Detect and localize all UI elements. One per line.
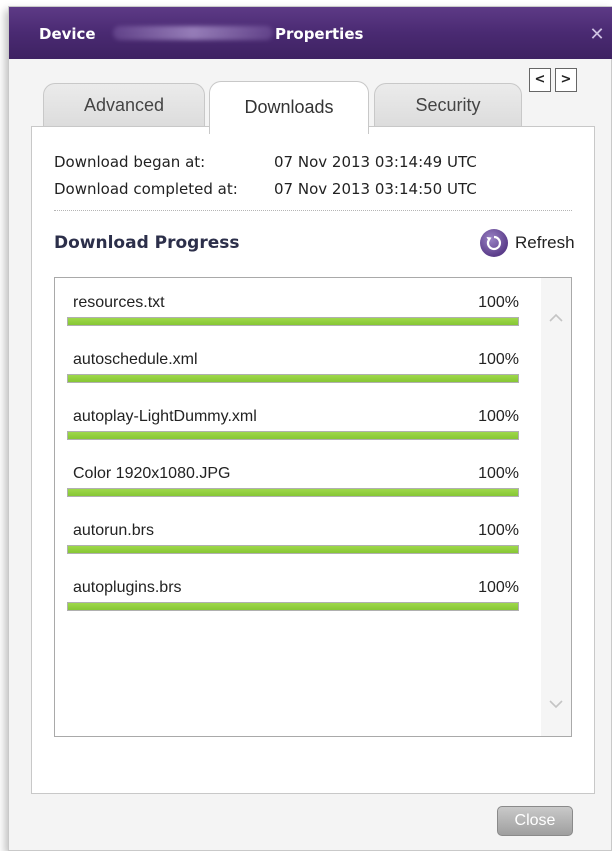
tab-security[interactable]: Security xyxy=(374,83,522,127)
list-item: Color 1920x1080.JPG 100% xyxy=(67,459,519,509)
progress-fill xyxy=(68,489,518,496)
progress-fill xyxy=(68,603,518,610)
progress-fill xyxy=(68,375,518,382)
section-divider xyxy=(54,210,572,211)
tab-downloads[interactable]: Downloads xyxy=(209,81,369,134)
progress-fill xyxy=(68,318,518,325)
refresh-icon xyxy=(480,229,508,257)
refresh-label: Refresh xyxy=(515,233,575,252)
tab-scroll-next-button[interactable]: > xyxy=(555,68,577,92)
progress-bar xyxy=(67,602,519,611)
chevron-up-icon xyxy=(548,308,564,327)
tab-label: Security xyxy=(415,95,481,115)
file-percent: 100% xyxy=(478,294,519,311)
progress-fill xyxy=(68,546,518,553)
progress-bar xyxy=(67,545,519,554)
tab-scroll-prev-button[interactable]: < xyxy=(529,68,551,92)
download-completed-value: 07 Nov 2013 03:14:50 UTC xyxy=(274,180,477,198)
downloads-list: resources.txt 100% autoschedule.xml 100%… xyxy=(54,277,572,737)
file-percent: 100% xyxy=(478,408,519,425)
scroll-down-arrow[interactable] xyxy=(541,688,571,718)
file-name: Color 1920x1080.JPG xyxy=(73,465,231,482)
tab-label: Advanced xyxy=(83,95,165,115)
progress-fill xyxy=(68,432,518,439)
title-prefix: Device xyxy=(39,25,96,43)
list-item: autoschedule.xml 100% xyxy=(67,345,519,395)
file-name: autoplugins.brs xyxy=(73,579,182,596)
chevron-down-icon xyxy=(548,694,564,713)
download-began-value: 07 Nov 2013 03:14:49 UTC xyxy=(274,153,477,171)
dialog-titlebar[interactable]: Device Properties ✕ xyxy=(9,7,612,59)
progress-bar xyxy=(67,488,519,497)
file-name: autoplay-LightDummy.xml xyxy=(73,408,257,425)
file-percent: 100% xyxy=(478,351,519,368)
tab-label: Downloads xyxy=(244,97,334,117)
close-icon[interactable]: ✕ xyxy=(589,26,605,44)
list-item: autoplugins.brs 100% xyxy=(67,573,519,623)
file-name: autoschedule.xml xyxy=(73,351,198,368)
download-began-label: Download began at: xyxy=(54,153,206,171)
device-properties-dialog: Device Properties ✕ < > Advanced Downloa… xyxy=(8,6,612,851)
list-scrollbar[interactable] xyxy=(541,278,571,736)
progress-bar xyxy=(67,374,519,383)
refresh-button[interactable]: Refresh xyxy=(480,229,575,257)
downloads-panel: Download began at: 07 Nov 2013 03:14:49 … xyxy=(31,126,595,794)
progress-bar xyxy=(67,317,519,326)
file-name: resources.txt xyxy=(73,294,165,311)
scroll-up-arrow[interactable] xyxy=(541,302,571,332)
list-item: autoplay-LightDummy.xml 100% xyxy=(67,402,519,452)
download-completed-label: Download completed at: xyxy=(54,180,238,198)
title-suffix: Properties xyxy=(275,25,364,43)
file-percent: 100% xyxy=(478,579,519,596)
close-button[interactable]: Close xyxy=(497,806,573,836)
file-percent: 100% xyxy=(478,522,519,539)
list-item: resources.txt 100% xyxy=(67,288,519,338)
redacted-device-name xyxy=(113,26,273,40)
tab-advanced[interactable]: Advanced xyxy=(43,83,205,127)
list-item: autorun.brs 100% xyxy=(67,516,519,566)
file-name: autorun.brs xyxy=(73,522,154,539)
file-percent: 100% xyxy=(478,465,519,482)
download-progress-title: Download Progress xyxy=(54,233,240,253)
progress-bar xyxy=(67,431,519,440)
